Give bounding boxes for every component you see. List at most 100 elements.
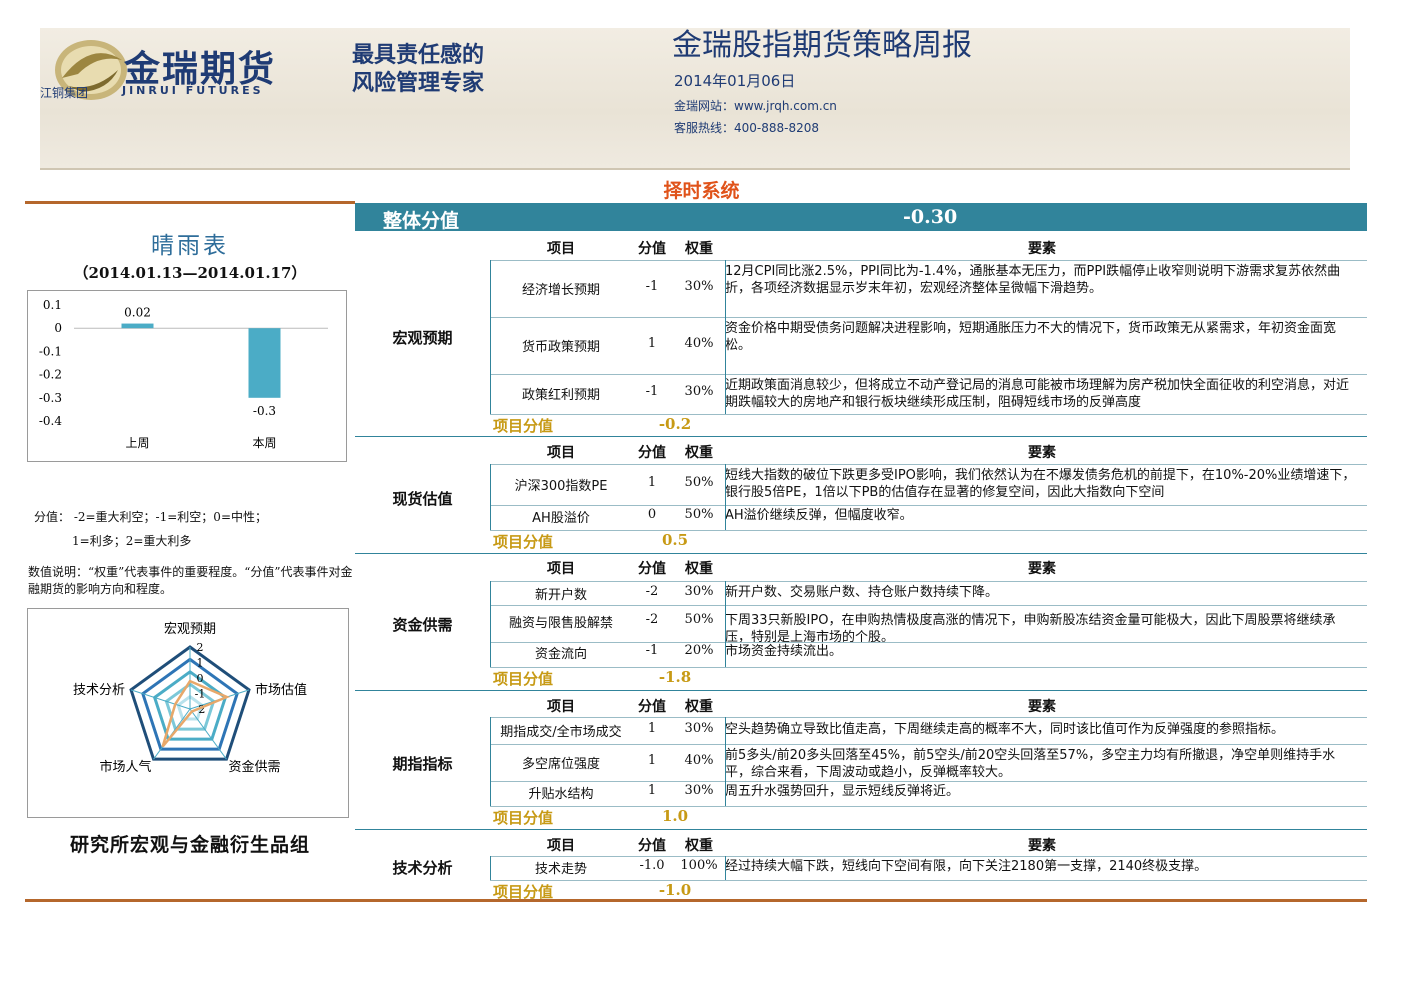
row-factor: 新开户数、交易账户数、持仓账户数持续下降。 bbox=[725, 584, 999, 600]
row-score: 1 bbox=[647, 782, 657, 798]
col-header-score: 分值 bbox=[638, 445, 666, 461]
weather-title: 晴雨表 bbox=[151, 233, 229, 259]
row-item: 经济增长预期 bbox=[521, 283, 600, 298]
row-separator bbox=[490, 856, 1367, 857]
bar-data-label: 0.02 bbox=[124, 306, 151, 320]
group-summary-label: 项目分值 bbox=[493, 417, 554, 435]
row-separator bbox=[490, 260, 1367, 261]
row-item: 多空席位强度 bbox=[521, 757, 600, 772]
col-divider bbox=[725, 260, 726, 414]
row-score: 1 bbox=[647, 475, 657, 490]
y-tick-label: -0.2 bbox=[39, 368, 62, 382]
y-tick-label: -0.1 bbox=[39, 344, 62, 358]
row-item: 货币政策预期 bbox=[521, 340, 600, 355]
radar-chart: 210-1-2宏观预期市场估值资金供需市场人气技术分析 bbox=[73, 622, 307, 775]
row-separator bbox=[490, 530, 1367, 531]
radar-tick-label: 2 bbox=[197, 641, 204, 654]
row-score: -2 bbox=[645, 612, 659, 627]
row-item: 技术走势 bbox=[534, 862, 587, 877]
col-header-item: 项目 bbox=[547, 561, 575, 577]
row-separator bbox=[490, 374, 1367, 375]
radar-tick-label: 1 bbox=[197, 657, 204, 670]
row-score: 1 bbox=[647, 721, 657, 736]
row-score: 0 bbox=[647, 507, 657, 522]
logo-group-text: 江铜集团 bbox=[40, 86, 89, 100]
value-note: 数值说明：“权重”代表事件的重要程度。“分值”代表事件对金融期货的影响方向和程度… bbox=[28, 565, 353, 596]
col-header-item: 项目 bbox=[547, 838, 575, 854]
category-label: 期指指标 bbox=[392, 754, 453, 773]
row-separator bbox=[490, 744, 1367, 745]
col-divider bbox=[490, 581, 491, 667]
col-divider bbox=[725, 464, 726, 530]
group-separator bbox=[355, 690, 1367, 691]
col-header-item: 项目 bbox=[547, 241, 575, 257]
website-link[interactable]: 金瑞网站：www.jrqh.com.cn bbox=[674, 97, 837, 114]
row-separator bbox=[490, 317, 1367, 318]
col-header-score: 分值 bbox=[638, 561, 666, 577]
row-factor: 下周33只新股IPO，在申购热情极度高涨的情况下，申购新股冻结资金量可能极大，因… bbox=[725, 613, 1336, 642]
section-title: 择时系统 bbox=[663, 180, 740, 202]
row-separator bbox=[490, 717, 1367, 718]
row-factor: 空头趋势确立导致比值走高，下周继续走高的概率不大，同时该比值可作为反弹强度的参照… bbox=[725, 722, 1285, 737]
slogan-line-2: 风险管理专家 bbox=[352, 71, 485, 96]
col-header-factor: 要素 bbox=[1028, 838, 1056, 854]
row-item: 资金流向 bbox=[534, 647, 587, 662]
row-weight: 50% bbox=[684, 507, 714, 522]
radar-tick-label: -1 bbox=[195, 688, 206, 701]
col-header-weight: 权重 bbox=[685, 241, 713, 257]
col-header-factor: 要素 bbox=[1028, 699, 1056, 715]
overall-value: -0.30 bbox=[903, 206, 958, 228]
category-label: 资金供需 bbox=[392, 616, 453, 634]
col-header-item: 项目 bbox=[547, 445, 575, 461]
top-rule bbox=[25, 201, 355, 204]
row-separator bbox=[490, 414, 1367, 415]
group-summary-value: -0.2 bbox=[658, 415, 692, 433]
col-divider bbox=[490, 856, 491, 880]
row-weight: 40% bbox=[684, 336, 714, 351]
row-weight: 50% bbox=[684, 612, 714, 627]
radar-axis-label: 市场估值 bbox=[255, 682, 307, 698]
row-separator bbox=[490, 806, 1367, 807]
row-score: 1 bbox=[647, 753, 657, 768]
bottom-rule bbox=[25, 899, 1367, 902]
row-weight: 40% bbox=[684, 753, 714, 768]
row-weight: 20% bbox=[684, 643, 714, 658]
group-summary-label: 项目分值 bbox=[493, 809, 554, 827]
category-label: 宏观预期 bbox=[392, 329, 453, 347]
date-range: （2014.01.13—2014.01.17） bbox=[73, 264, 307, 282]
row-separator bbox=[490, 505, 1367, 506]
bar-data-label: -0.3 bbox=[253, 404, 276, 418]
logo-english-text: JINRUI FUTURES bbox=[122, 84, 264, 97]
group-summary-value: -1.8 bbox=[658, 668, 692, 686]
row-weight: 100% bbox=[680, 858, 718, 873]
overall-score-bar: 整体分值 -0.30 bbox=[355, 203, 1367, 232]
col-header-item: 项目 bbox=[547, 699, 575, 715]
row-separator bbox=[490, 667, 1367, 668]
row-factor: 资金价格中期受债务问题解决进程影响，短期通胀压力不大的情况下，货币政策无从紧需求… bbox=[725, 321, 1337, 353]
y-tick-label: -0.4 bbox=[39, 414, 63, 428]
group-summary-value: -1.0 bbox=[658, 881, 692, 899]
group-summary-label: 项目分值 bbox=[493, 533, 554, 551]
hotline-text: 客服热线：400-888-8208 bbox=[674, 121, 820, 135]
slogan-line-1: 最具责任感的 bbox=[352, 43, 485, 68]
row-item: 升贴水结构 bbox=[528, 786, 594, 802]
col-header-weight: 权重 bbox=[685, 838, 713, 854]
group-summary-label: 项目分值 bbox=[493, 883, 554, 901]
col-header-score: 分值 bbox=[638, 838, 666, 854]
radar-axis-label: 技术分析 bbox=[73, 683, 125, 698]
row-separator bbox=[490, 581, 1367, 582]
group-summary-label: 项目分值 bbox=[493, 670, 554, 688]
row-score: 1 bbox=[647, 336, 657, 351]
row-item: 政策红利预期 bbox=[521, 388, 600, 403]
col-header-score: 分值 bbox=[638, 241, 666, 257]
row-item: 新开户数 bbox=[534, 587, 587, 603]
row-weight: 30% bbox=[684, 384, 714, 399]
col-divider bbox=[490, 260, 491, 414]
group-separator bbox=[355, 553, 1367, 554]
col-divider bbox=[725, 717, 726, 806]
row-factor: 经过持续大幅下跌，短线向下空间有限，向下关注2180第一支撑，2140终极支撑。 bbox=[725, 859, 1208, 874]
row-weight: 30% bbox=[684, 721, 714, 736]
col-header-score: 分值 bbox=[638, 699, 666, 715]
report-date: 2014年01月06日 bbox=[674, 72, 796, 90]
bar-chart-box: 0.1 0 -0.1 -0.2 -0.3 -0.4 0.02 上周 -0.3 本周 bbox=[27, 290, 347, 462]
